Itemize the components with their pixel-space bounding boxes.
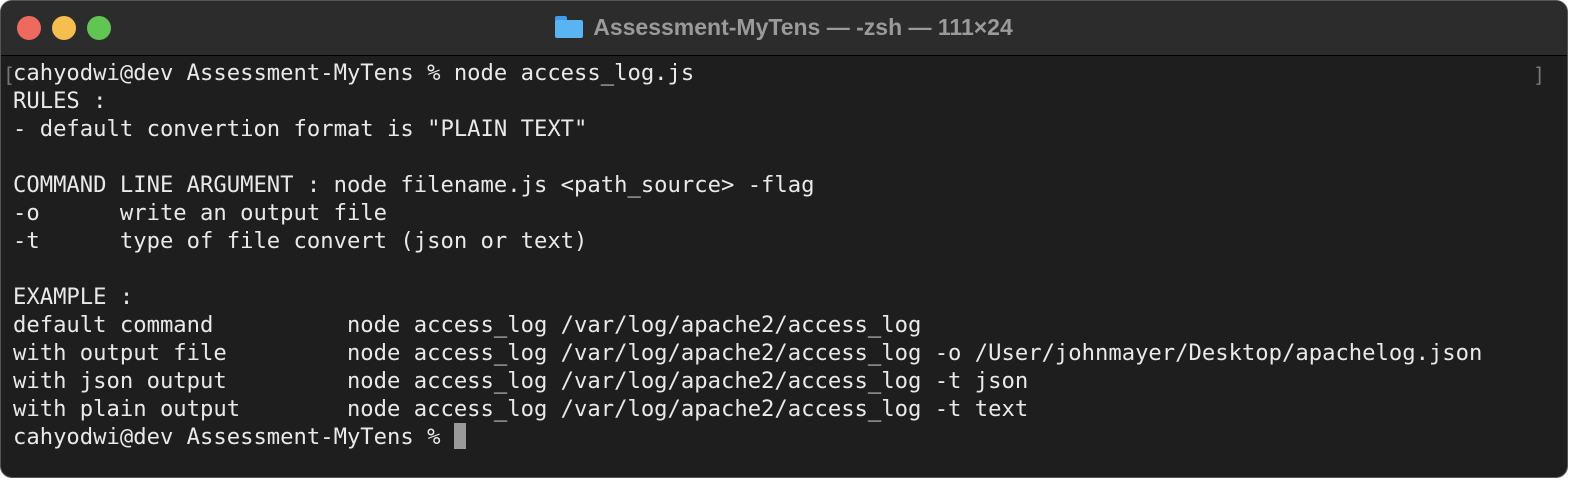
mark-bracket-right: ] [1533, 63, 1546, 87]
terminal-output[interactable]: cahyodwi@dev Assessment-MyTens % node ac… [1, 56, 1567, 451]
output-line: with plain output node access_log /var/l… [13, 396, 1029, 422]
output-line: with json output node access_log /var/lo… [13, 368, 1029, 394]
text-cursor [453, 423, 466, 449]
output-line: cahyodwi@dev Assessment-MyTens % node ac… [13, 60, 695, 86]
folder-icon [555, 16, 584, 38]
output-line: RULES : [13, 88, 107, 114]
output-line: default command node access_log /var/log… [13, 312, 922, 338]
title-bar[interactable]: Assessment-MyTens — -zsh — 111×24 [1, 1, 1567, 56]
output-line: - default convertion format is "PLAIN TE… [13, 116, 588, 142]
output-line: COMMAND LINE ARGUMENT : node filename.js… [13, 172, 815, 198]
terminal-window: Assessment-MyTens — -zsh — 111×24 [ ] ca… [0, 0, 1568, 478]
output-line: with output file node access_log /var/lo… [13, 340, 1483, 366]
window-title: Assessment-MyTens — -zsh — 111×24 [1, 14, 1567, 41]
output-line: -t type of file convert (json or text) [13, 228, 588, 254]
shell-prompt: cahyodwi@dev Assessment-MyTens % [13, 424, 454, 450]
prompt-line[interactable]: cahyodwi@dev Assessment-MyTens % [13, 423, 1567, 451]
output-line: EXAMPLE : [13, 284, 134, 310]
window-title-text: Assessment-MyTens — -zsh — 111×24 [593, 14, 1013, 40]
output-line: -o write an output file [13, 200, 388, 226]
mark-bracket-left: [ [3, 63, 16, 87]
